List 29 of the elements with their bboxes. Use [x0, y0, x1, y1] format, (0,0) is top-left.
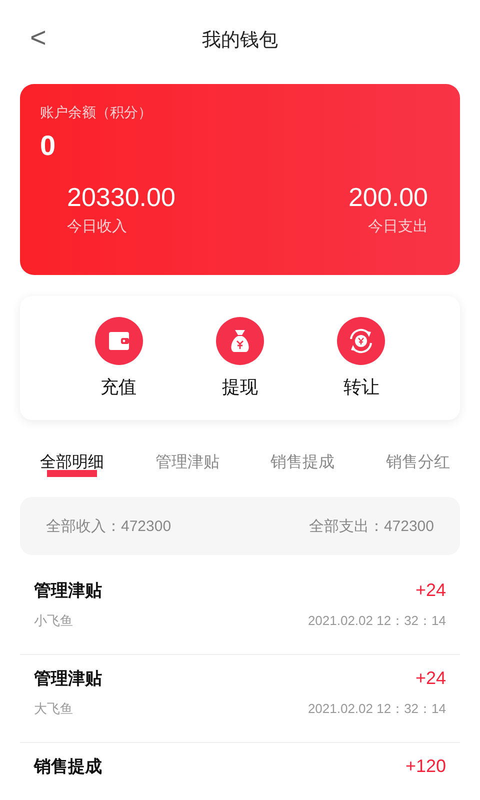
balance-label: 账户余额（积分）	[40, 104, 153, 122]
record-amount: +120	[405, 756, 446, 777]
withdraw-button[interactable]: 提现	[216, 317, 264, 399]
income-value: 20330.00	[67, 182, 176, 213]
record-title: 管理津贴	[34, 580, 102, 602]
total-expense: 全部支出：472300	[308, 516, 434, 536]
total-income: 全部收入：472300	[46, 516, 172, 536]
money-bag-icon	[216, 317, 264, 365]
record-title: 销售提成	[34, 756, 102, 778]
record-time: 2021.02.02 12：32：14	[308, 612, 446, 630]
wallet-icon	[94, 317, 143, 365]
record-title: 管理津贴	[34, 668, 102, 690]
tab[interactable]: 管理津贴	[149, 448, 226, 477]
record-amount: +24	[415, 580, 446, 601]
record-user: 小飞鱼	[34, 612, 73, 630]
exchange-icon	[337, 317, 386, 365]
recharge-button[interactable]: 充值	[94, 317, 143, 399]
balance-value: 0	[40, 130, 57, 162]
tab[interactable]: 销售提成	[264, 448, 341, 477]
income-label: 今日收入	[67, 217, 128, 236]
record-amount: +24	[415, 668, 446, 689]
expense-label: 今日支出	[368, 217, 428, 236]
record-time: 2021.02.02 12：32：14	[308, 700, 446, 718]
expense-value: 200.00	[348, 182, 428, 213]
record-user: 大飞鱼	[34, 700, 73, 718]
transfer-button[interactable]: 转让	[337, 317, 386, 399]
page-title: 我的钱包	[202, 29, 278, 53]
tab[interactable]: 销售分红	[380, 448, 456, 477]
back-button[interactable]: <	[24, 22, 52, 54]
